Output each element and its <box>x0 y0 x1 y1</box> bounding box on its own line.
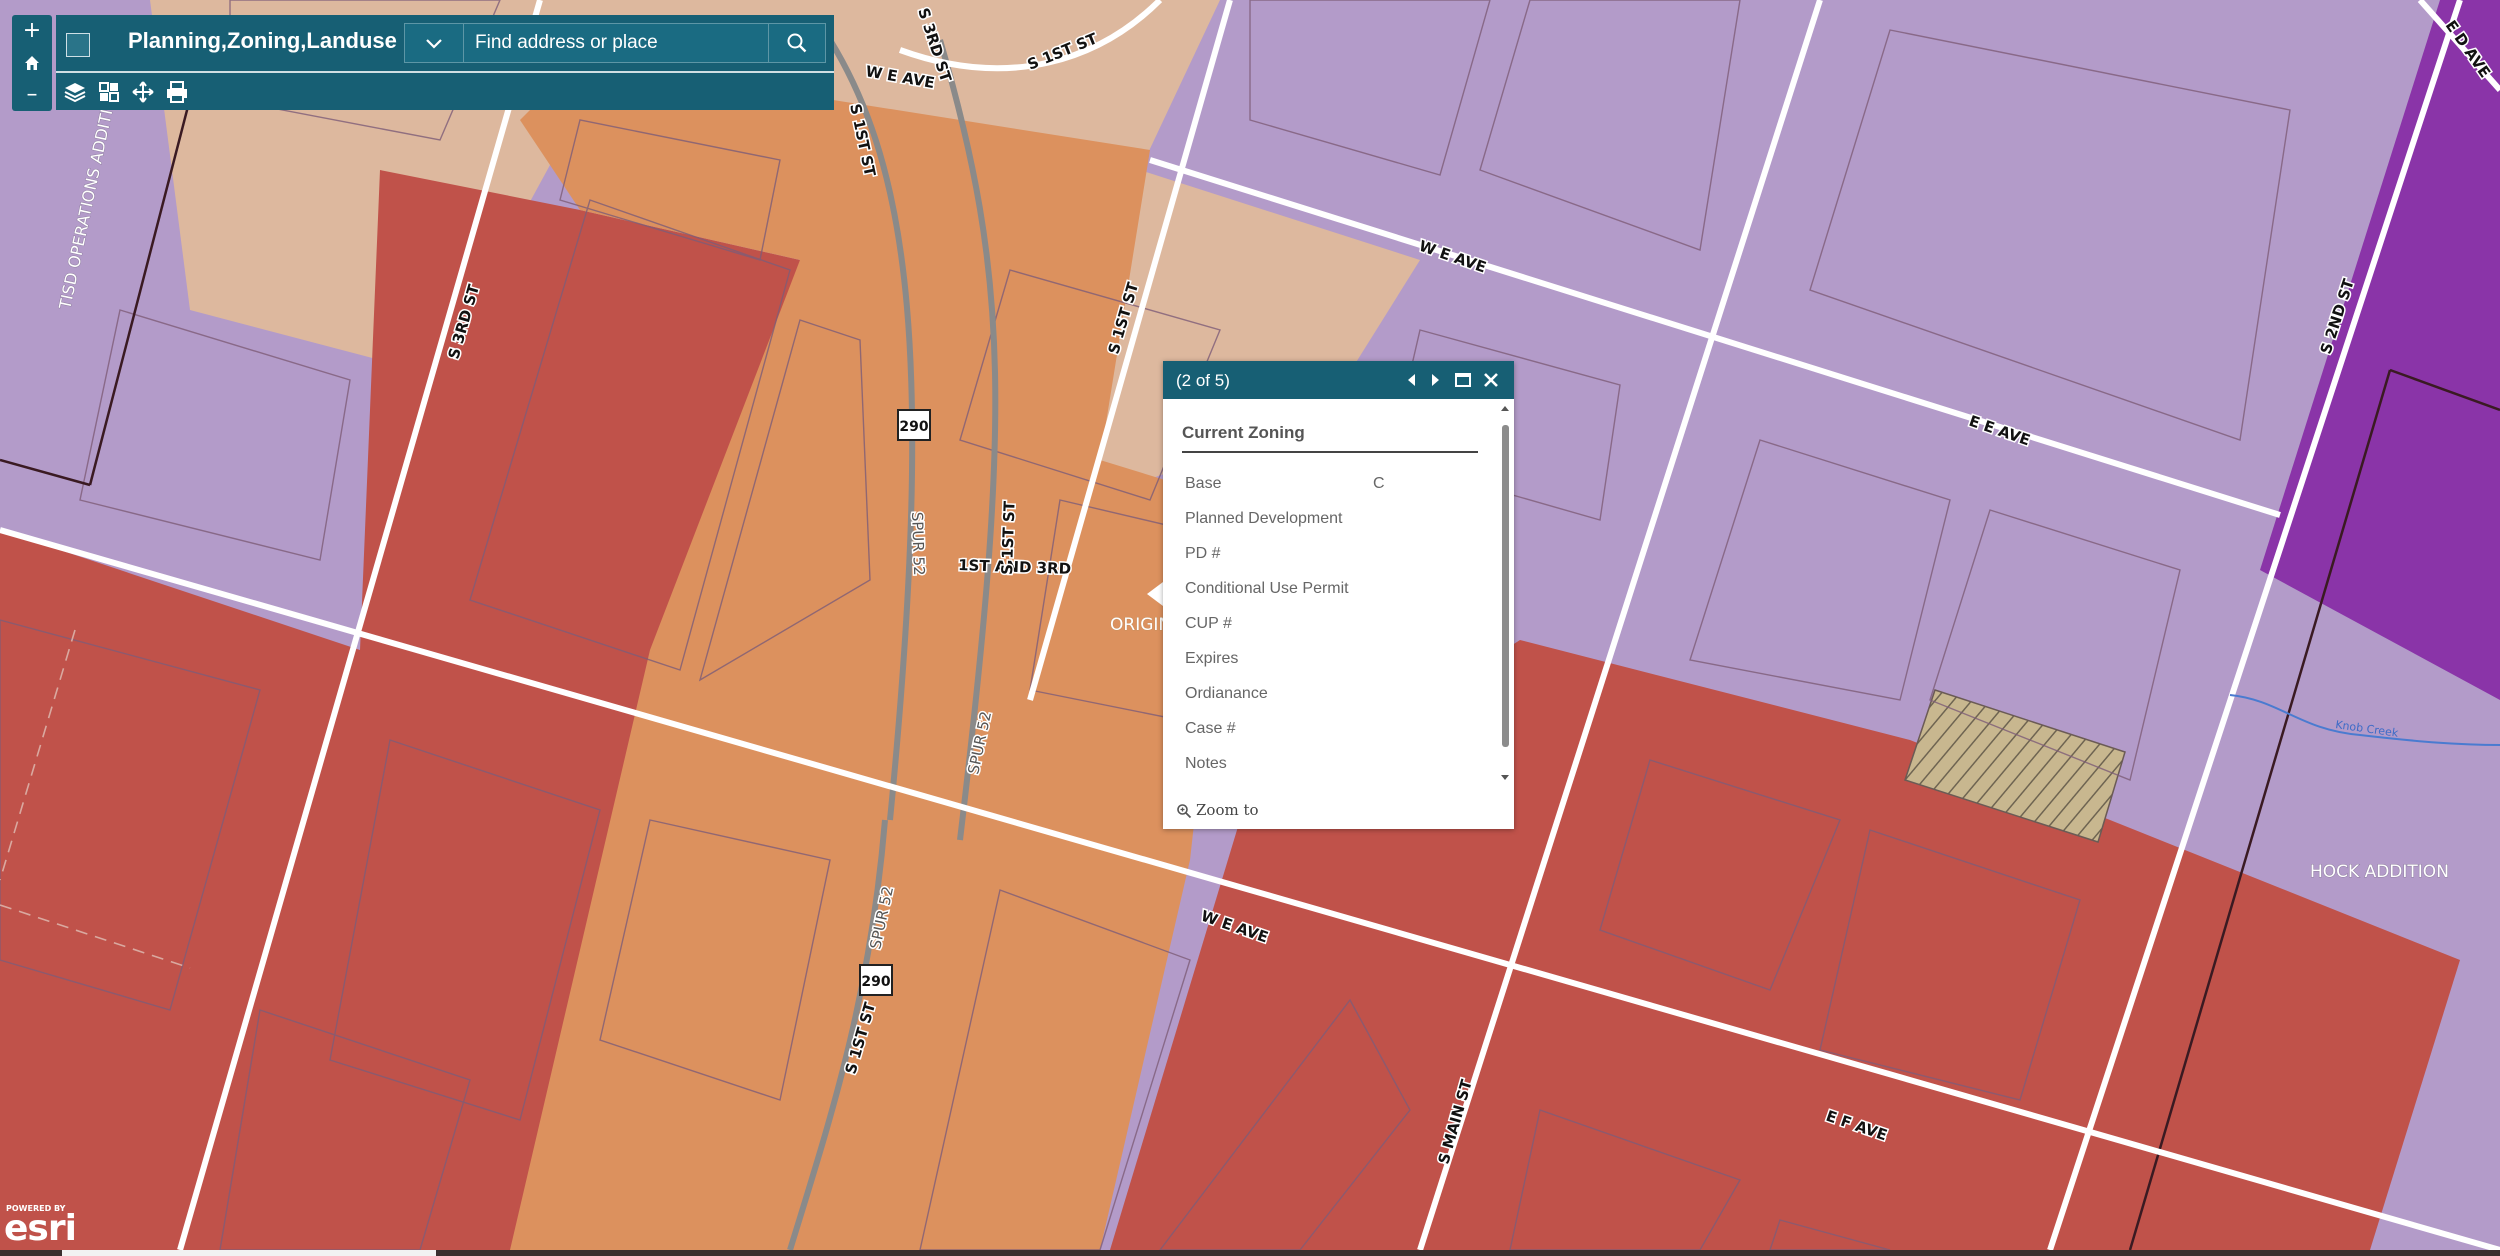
print-button[interactable] <box>164 79 190 105</box>
search-icon <box>787 33 807 53</box>
zoom-in-button[interactable]: + <box>12 15 52 47</box>
popup-footer: Zoom to <box>1163 791 1514 829</box>
route-shield: 290 <box>859 964 893 996</box>
scroll-up-icon <box>1501 406 1509 411</box>
attribute-row: Conditional Use Permit <box>1185 580 1485 610</box>
attribute-row: Ordianance <box>1185 685 1485 715</box>
attribute-label: Case # <box>1185 720 1236 737</box>
section-divider <box>1182 451 1478 453</box>
zoom-control: + – <box>12 15 52 111</box>
app-header: Planning,Zoning,Landuse <box>56 15 834 110</box>
route-shield: 290 <box>897 409 931 441</box>
app-logo <box>66 33 90 57</box>
esri-logo[interactable]: POWERED BY esri <box>2 1202 82 1250</box>
attribute-row: Planned Development <box>1185 510 1485 540</box>
search-input[interactable] <box>475 24 765 62</box>
feature-popup: (2 of 5) Current Zoning Base C Planned De… <box>1163 361 1514 829</box>
scroll-down-icon <box>1501 775 1509 780</box>
chevron-down-icon <box>426 39 442 49</box>
print-icon <box>167 81 187 103</box>
search-source-dropdown[interactable] <box>405 24 464 62</box>
street-label: SPUR 52 <box>908 512 928 576</box>
scroll-thumb[interactable] <box>1502 425 1509 747</box>
popup-header: (2 of 5) <box>1163 361 1514 399</box>
basemap-gallery-icon <box>99 82 119 102</box>
street-label: S 1ST ST <box>998 500 1019 575</box>
esri-wordmark: esri <box>4 1208 77 1249</box>
attribute-row: Expires <box>1185 650 1485 680</box>
layers-button[interactable] <box>62 79 88 105</box>
popup-pointer <box>1147 582 1163 606</box>
section-title: Current Zoning <box>1182 423 1305 442</box>
popup-body[interactable]: Current Zoning Base C Planned Development… <box>1163 399 1514 791</box>
popup-scrollbar[interactable] <box>1498 399 1512 791</box>
attribute-row: Case # <box>1185 720 1485 750</box>
app-title: Planning,Zoning,Landuse <box>128 28 397 53</box>
next-feature-button[interactable] <box>1425 370 1445 390</box>
zoom-to-link[interactable]: Zoom to <box>1196 801 1259 819</box>
attribute-value: C <box>1373 475 1385 492</box>
svg-text:290: 290 <box>861 974 890 990</box>
maximize-icon <box>1455 373 1471 387</box>
attribute-label: CUP # <box>1185 615 1232 632</box>
zoom-in-magnifier-icon <box>1177 804 1192 819</box>
attribute-row: Notes <box>1185 755 1485 785</box>
svg-text:290: 290 <box>899 419 928 435</box>
attribute-label: Planned Development <box>1185 510 1343 527</box>
area-label: ORIGIN <box>1110 615 1171 635</box>
attribute-label: PD # <box>1185 545 1221 562</box>
maximize-button[interactable] <box>1453 370 1473 390</box>
layers-icon <box>64 83 86 103</box>
attribute-label: Base <box>1185 475 1222 492</box>
attribute-row: Base C <box>1185 475 1485 505</box>
search-button[interactable] <box>768 24 825 62</box>
basemap-gallery-button[interactable] <box>96 79 122 105</box>
area-label: HOCK ADDITION <box>2310 862 2449 882</box>
home-button[interactable] <box>12 47 52 79</box>
attribute-label: Conditional Use Permit <box>1185 580 1349 597</box>
close-icon <box>1484 373 1498 387</box>
attribute-row: PD # <box>1185 545 1485 575</box>
zoom-out-button[interactable]: – <box>12 79 52 111</box>
popup-count: (2 of 5) <box>1176 371 1230 390</box>
previous-feature-button[interactable] <box>1402 370 1422 390</box>
triangle-left-icon <box>1408 374 1415 386</box>
attribute-row: CUP # <box>1185 615 1485 645</box>
bottom-bar <box>0 1250 2500 1256</box>
attribute-label: Ordianance <box>1185 685 1268 702</box>
home-icon <box>25 56 39 70</box>
attribute-label: Notes <box>1185 755 1227 772</box>
attribute-label: Expires <box>1185 650 1239 667</box>
search-widget <box>404 23 826 63</box>
measure-button[interactable] <box>130 79 156 105</box>
close-button[interactable] <box>1481 370 1501 390</box>
triangle-right-icon <box>1432 374 1439 386</box>
measure-icon <box>132 81 154 103</box>
